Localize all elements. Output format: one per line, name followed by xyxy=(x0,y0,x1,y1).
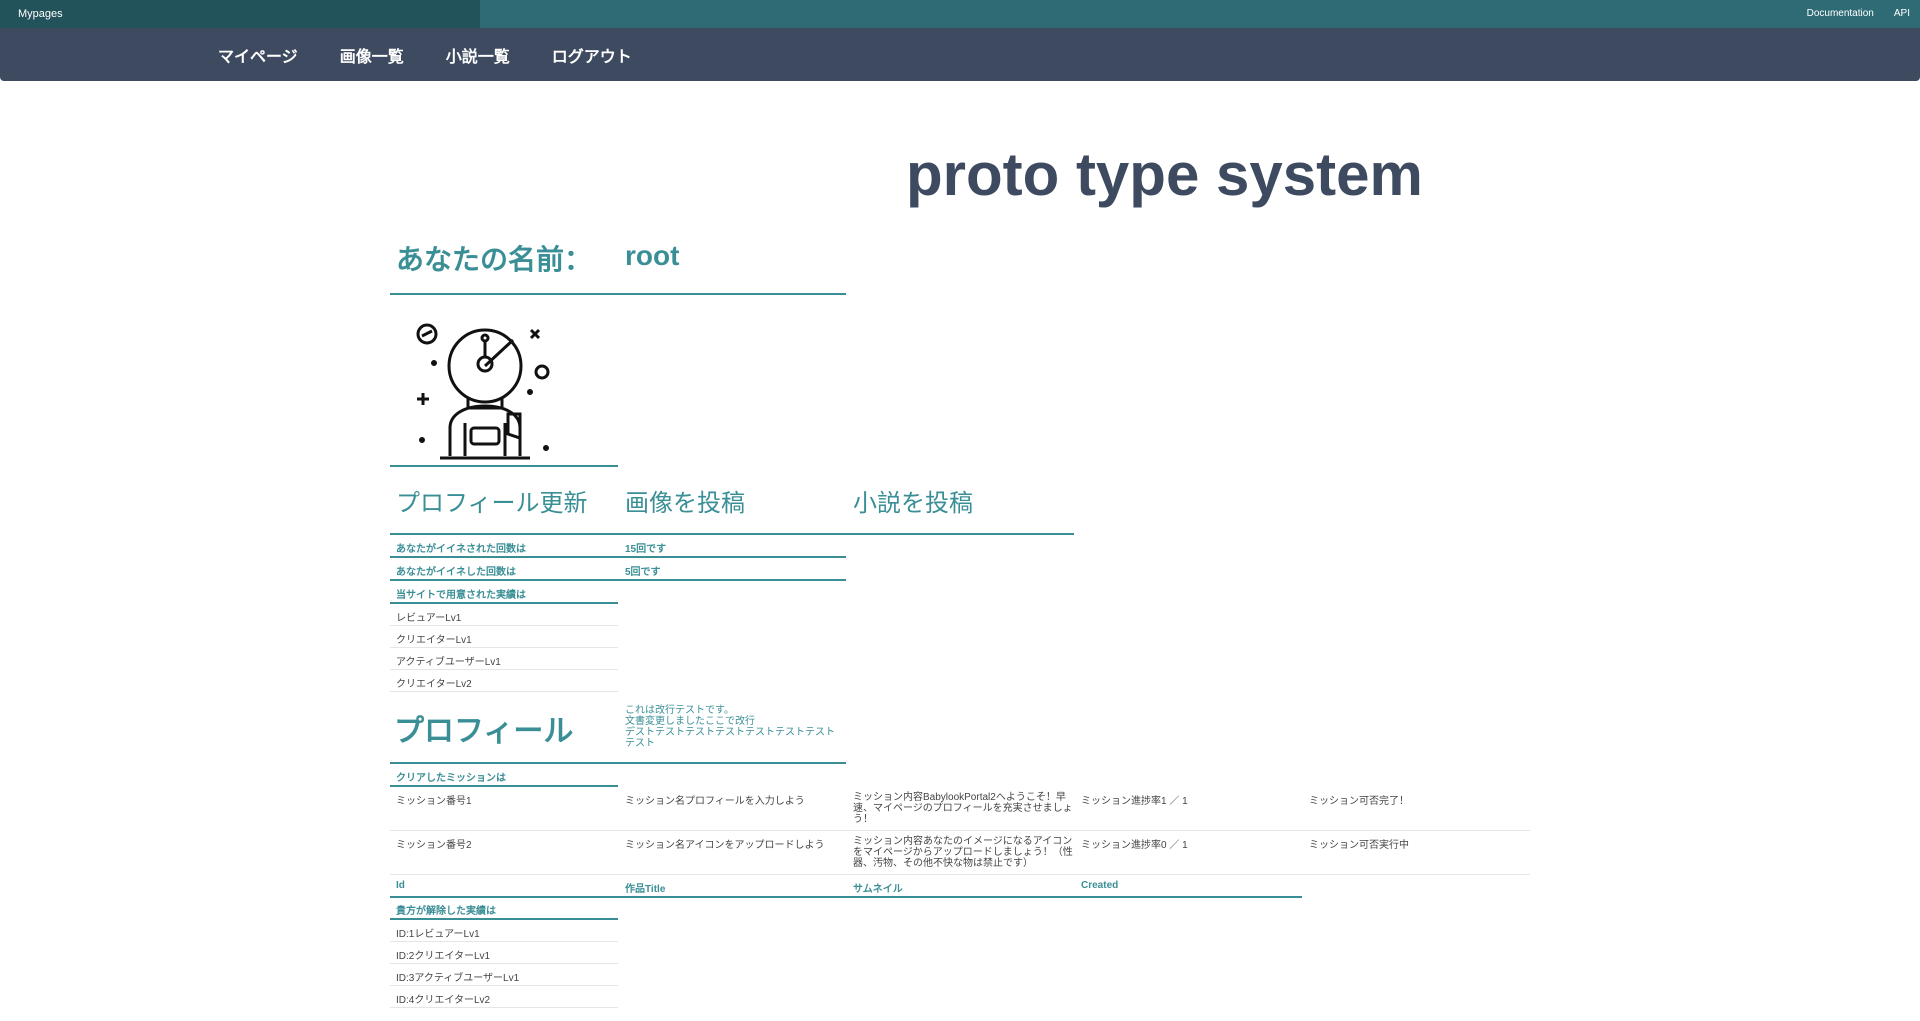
post-image-link[interactable]: 画像を投稿 xyxy=(625,483,745,518)
documentation-link[interactable]: Documentation xyxy=(1807,8,1874,19)
brand-block: Mypages xyxy=(0,0,480,28)
api-link[interactable]: API xyxy=(1894,8,1910,19)
list-item: アクティブユーザーLv1 xyxy=(396,657,501,668)
mission-number: ミッション番号2 xyxy=(396,840,472,851)
column-header-created: Created xyxy=(1081,880,1119,891)
divider xyxy=(390,293,846,295)
profile-update-link[interactable]: プロフィール更新 xyxy=(396,483,588,518)
row-divider xyxy=(390,669,618,670)
mission-description: ミッション内容あなたのイメージになるアイコンをマイページからアップロードしましょ… xyxy=(853,836,1073,869)
row-divider xyxy=(390,941,618,942)
achievements-header: 当サイトで用意された実績は xyxy=(396,590,526,601)
nav-item-novels[interactable]: 小説一覧 xyxy=(446,43,510,67)
row-divider xyxy=(390,1007,618,1008)
page-title: proto type system xyxy=(906,141,1423,208)
divider xyxy=(390,785,618,787)
row-divider xyxy=(390,647,618,648)
divider xyxy=(390,533,1074,535)
mission-name: ミッション名アイコンをアップロードしよう xyxy=(625,840,825,851)
divider xyxy=(390,918,618,920)
divider xyxy=(390,579,846,581)
liked-count-label: あなたがイイネされた回数は xyxy=(396,544,526,555)
profile-heading: プロフィール xyxy=(394,715,574,748)
nav-item-logout[interactable]: ログアウト xyxy=(552,43,632,67)
column-header-thumbnail: サムネイル xyxy=(853,884,903,895)
row-divider xyxy=(390,830,1530,831)
unlocked-header: 貴方が解除した実績は xyxy=(396,906,496,917)
list-item: クリエイターLv2 xyxy=(396,679,472,690)
column-header-title: 作品Title xyxy=(625,884,666,895)
divider xyxy=(390,602,618,604)
divider xyxy=(390,556,846,558)
top-bar: Mypages Documentation API xyxy=(0,0,1920,28)
name-label: あなたの名前： xyxy=(396,244,593,275)
row-divider xyxy=(390,874,1530,875)
liked-count-value: 15回です xyxy=(625,544,667,555)
list-item: ID:3アクティブユーザーLv1 xyxy=(396,973,520,984)
divider xyxy=(390,896,1302,898)
divider xyxy=(390,465,618,467)
divider xyxy=(390,762,846,764)
row-divider xyxy=(390,963,618,964)
astronaut-icon xyxy=(416,323,550,460)
topbar-links: Documentation API xyxy=(1807,8,1910,19)
row-divider xyxy=(390,691,618,692)
row-divider xyxy=(390,985,618,986)
mission-progress: ミッション進捗率1 ／ 1 xyxy=(1081,796,1188,807)
mission-status: ミッション可否完了！ xyxy=(1309,796,1409,807)
mission-status: ミッション可否実行中 xyxy=(1309,840,1409,851)
user-name: root xyxy=(625,240,680,271)
main-nav: マイページ 画像一覧 小説一覧 ログアウト xyxy=(0,28,1920,81)
brand-link[interactable]: Mypages xyxy=(18,8,63,20)
list-item: ID:1レビュアーLv1 xyxy=(396,929,480,940)
nav-item-mypage[interactable]: マイページ xyxy=(218,43,298,67)
row-divider xyxy=(390,625,618,626)
post-novel-link[interactable]: 小説を投稿 xyxy=(853,483,973,518)
likes-given-value: 5回です xyxy=(625,567,661,578)
mission-number: ミッション番号1 xyxy=(396,796,472,807)
missions-header: クリアしたミッションは xyxy=(396,773,506,784)
mission-description: ミッション内容BabylookPortal2へようこそ！早速、マイページのプロフ… xyxy=(853,792,1073,825)
list-item: ID:4クリエイターLv2 xyxy=(396,995,491,1006)
column-header-id: Id xyxy=(396,880,405,891)
profile-text: これは改行テストです。 文書変更しましたここで改行 デストテストテストテストテス… xyxy=(625,705,835,749)
likes-given-label: あなたがイイネした回数は xyxy=(396,567,516,578)
mission-progress: ミッション進捗率0 ／ 1 xyxy=(1081,840,1188,851)
list-item: ID:2クリエイターLv1 xyxy=(396,951,491,962)
mission-name: ミッション名プロフィールを入力しよう xyxy=(625,796,805,807)
list-item: クリエイターLv1 xyxy=(396,635,472,646)
list-item: レビュアーLv1 xyxy=(396,613,462,624)
nav-item-images[interactable]: 画像一覧 xyxy=(340,43,404,67)
